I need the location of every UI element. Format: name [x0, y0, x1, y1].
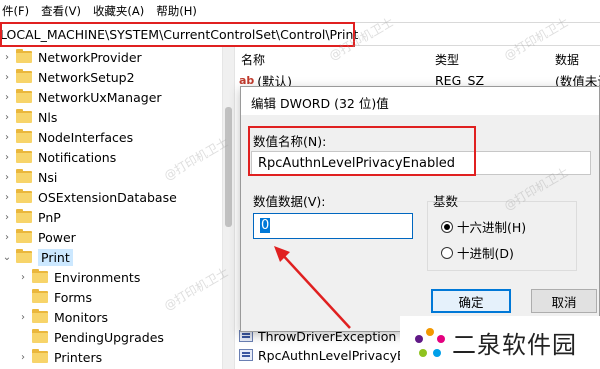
- folder-icon: [16, 129, 32, 143]
- chevron-right-icon[interactable]: ›: [2, 172, 12, 183]
- tree-item[interactable]: › OSExtensionDatabase: [2, 187, 177, 207]
- chevron-right-icon[interactable]: ›: [18, 352, 28, 363]
- column-header-data[interactable]: 数据: [555, 51, 579, 68]
- tree-item-label: Forms: [54, 289, 93, 305]
- folder-icon: [16, 149, 32, 163]
- pinwheel-logo-icon: [415, 327, 445, 357]
- tree-item[interactable]: › NetworkSetup2: [2, 67, 135, 87]
- dword-value-icon: [239, 349, 253, 361]
- tree-item[interactable]: › Power: [2, 227, 76, 247]
- tree-item-label: NetworkProvider: [38, 49, 142, 65]
- ok-button[interactable]: 确定: [431, 289, 511, 313]
- menu-bar: 件(F) 查看(V) 收藏夹(A) 帮助(H): [0, 0, 600, 22]
- cancel-button[interactable]: 取消: [531, 289, 597, 313]
- tree-item-label: NetworkUxManager: [38, 89, 162, 105]
- logo-text: 二泉软件园: [452, 331, 577, 359]
- value-data-text: 0: [260, 218, 271, 233]
- menu-file[interactable]: 件(F): [2, 3, 29, 19]
- folder-icon: [16, 229, 32, 243]
- tree-item[interactable]: › Nsi: [2, 167, 57, 187]
- column-header-type[interactable]: 类型: [435, 51, 459, 68]
- chevron-right-icon[interactable]: ›: [2, 92, 12, 103]
- menu-view[interactable]: 查看(V): [41, 3, 81, 19]
- folder-icon: [32, 269, 48, 283]
- tree-item[interactable]: PendingUpgrades: [18, 327, 164, 347]
- tree-item-label: Power: [38, 229, 76, 245]
- tree-item[interactable]: › Nls: [2, 107, 57, 127]
- radio-hex-label: 十六进制(H): [457, 220, 527, 235]
- chevron-right-icon[interactable]: ›: [18, 312, 28, 323]
- site-logo: 二泉软件园: [400, 316, 600, 369]
- tree-item-label: OSExtensionDatabase: [38, 189, 177, 205]
- chevron-right-icon[interactable]: ›: [2, 152, 12, 163]
- chevron-right-icon[interactable]: ›: [2, 212, 12, 223]
- folder-icon: [32, 289, 48, 303]
- folder-icon: [16, 189, 32, 203]
- chevron-right-icon[interactable]: ›: [18, 272, 28, 283]
- column-header-name[interactable]: 名称: [241, 51, 265, 68]
- menu-favorites[interactable]: 收藏夹(A): [93, 3, 144, 19]
- folder-icon: [32, 309, 48, 323]
- chevron-down-icon[interactable]: ⌄: [2, 252, 12, 263]
- folder-icon: [16, 69, 32, 83]
- tree-item[interactable]: › Printers: [18, 347, 102, 367]
- chevron-right-icon[interactable]: ›: [2, 52, 12, 63]
- tree-item-label: Nls: [38, 109, 58, 125]
- tree-item[interactable]: › Environments: [18, 267, 140, 287]
- tree-item-label: Monitors: [54, 309, 109, 325]
- tree-item-label: Environments: [54, 269, 141, 285]
- tree-item-label: NodeInterfaces: [38, 129, 134, 145]
- chevron-right-icon[interactable]: ›: [2, 192, 12, 203]
- tree-item[interactable]: › NetworkUxManager: [2, 87, 162, 107]
- tree-item[interactable]: Forms: [18, 287, 92, 307]
- scrollbar-thumb[interactable]: [225, 107, 232, 227]
- folder-icon: [32, 349, 48, 363]
- radio-hexadecimal[interactable]: 十六进制(H): [441, 217, 526, 236]
- tree-item-label: Notifications: [38, 149, 117, 165]
- tree-item-label: Printers: [54, 349, 103, 365]
- tree-item[interactable]: › NetworkProvider: [2, 47, 142, 67]
- dialog-titlebar[interactable]: 编辑 DWORD (32 位)值: [241, 87, 599, 115]
- tree-item-label: NetworkSetup2: [38, 69, 135, 85]
- folder-icon: [32, 329, 48, 343]
- tree-item-label: PendingUpgrades: [54, 329, 164, 345]
- radio-selected-icon: [441, 220, 453, 233]
- folder-icon: [16, 49, 32, 63]
- tree-item[interactable]: › NodeInterfaces: [2, 127, 133, 147]
- folder-icon: [16, 209, 32, 223]
- value-data-input[interactable]: 0: [253, 213, 413, 239]
- tree-item-label: PnP: [38, 209, 61, 225]
- tree-item-print[interactable]: ⌄ Print: [2, 247, 73, 267]
- chevron-right-icon[interactable]: ›: [2, 72, 12, 83]
- annotation-arrow-icon: [274, 246, 351, 329]
- folder-icon: [16, 89, 32, 103]
- chevron-right-icon[interactable]: ›: [2, 232, 12, 243]
- tree-item[interactable]: › PnP: [2, 207, 61, 227]
- chevron-right-icon[interactable]: ›: [2, 112, 12, 123]
- string-value-icon: ab: [239, 73, 255, 87]
- address-highlight-box: [0, 22, 355, 47]
- folder-icon: [16, 169, 32, 183]
- menu-help[interactable]: 帮助(H): [156, 3, 197, 19]
- radio-unselected-icon: [441, 246, 453, 259]
- folder-icon: [16, 249, 32, 263]
- value-name-highlight-box: [248, 126, 476, 176]
- tree-item-label: Nsi: [38, 169, 58, 185]
- radio-decimal[interactable]: 十进制(D): [441, 243, 514, 262]
- radio-dec-label: 十进制(D): [457, 246, 514, 261]
- registry-tree: › NetworkProvider › NetworkSetup2 › Network…: [0, 47, 232, 369]
- chevron-right-icon[interactable]: ›: [2, 132, 12, 143]
- value-data-label: 数值数据(V):: [253, 194, 326, 209]
- tree-item-label: Print: [38, 248, 73, 266]
- tree-item[interactable]: › Monitors: [18, 307, 108, 327]
- tree-scrollbar[interactable]: [222, 47, 234, 369]
- folder-icon: [16, 109, 32, 123]
- dialog-title: 编辑 DWORD (32 位)值: [251, 96, 389, 111]
- tree-item[interactable]: › Notifications: [2, 147, 116, 167]
